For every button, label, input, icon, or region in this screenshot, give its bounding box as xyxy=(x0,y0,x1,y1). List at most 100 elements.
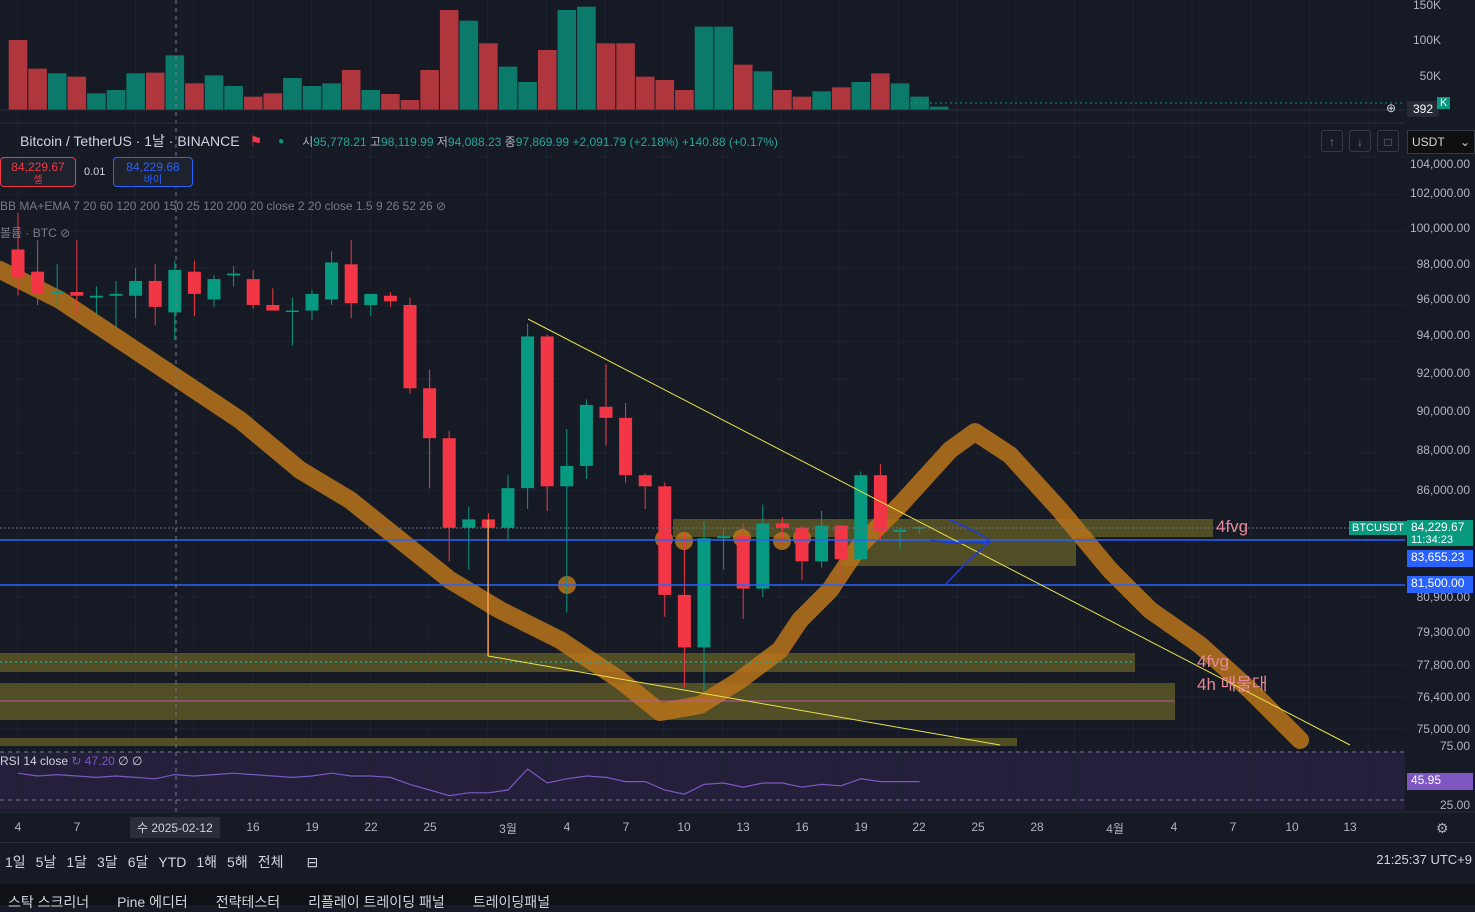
volume-bar xyxy=(812,91,831,110)
range-button[interactable]: YTD xyxy=(158,854,186,870)
time-axis[interactable]: 수 2025-02-12 4 7 16 19 22 25 3월 4 7 10 13 16 19 22 25 2… xyxy=(0,815,1475,839)
candle-body xyxy=(795,527,809,562)
candle-body xyxy=(423,388,437,439)
time-axis-label: 13 xyxy=(1343,820,1357,834)
candle-body xyxy=(775,523,789,528)
volume-bar xyxy=(537,50,557,110)
time-axis-label: 4 xyxy=(1170,820,1178,834)
candle-body xyxy=(756,523,770,589)
candle-body xyxy=(579,404,593,466)
range-button[interactable]: 1달 xyxy=(66,852,87,872)
volume-bar xyxy=(557,10,577,110)
sell-button[interactable]: 84,229.67 셀 xyxy=(0,157,76,187)
symbol-tag: BTCUSDT xyxy=(1349,521,1407,535)
range-button[interactable]: 5해 xyxy=(227,852,248,872)
volume-bar xyxy=(302,86,322,110)
candle-body xyxy=(403,305,417,389)
bottom-tab[interactable]: 리플레이 트레이딩 패널 xyxy=(308,884,445,910)
arrow-up-icon[interactable]: ↑ xyxy=(1321,130,1343,152)
candle-body xyxy=(560,465,574,487)
time-axis-label: 16 xyxy=(246,820,260,834)
buy-button[interactable]: 84,229.68 바이 xyxy=(113,157,193,187)
volume-bar xyxy=(577,6,596,111)
volume-bar xyxy=(126,73,145,110)
range-button[interactable]: 1일 xyxy=(5,852,26,872)
fvg-annotation-1: 4fvg xyxy=(1216,517,1249,536)
volume-bar xyxy=(361,90,381,110)
candle-body xyxy=(109,293,123,296)
volume-bar xyxy=(655,80,675,110)
range-button[interactable]: 6달 xyxy=(128,852,149,872)
candle-body xyxy=(736,536,750,589)
volume-bar xyxy=(400,100,420,110)
symbol-title[interactable]: Bitcoin / TetherUS · 1날 · BINANCE xyxy=(20,131,240,151)
volume-axis-label: 100K xyxy=(1413,33,1441,47)
time-axis-label: 4월 xyxy=(1106,822,1124,836)
range-button[interactable]: 전체 xyxy=(258,852,284,872)
fvg-annotation-2: 4fvg xyxy=(1197,652,1230,671)
volume-bar xyxy=(792,96,812,110)
range-button[interactable]: 5날 xyxy=(36,852,57,872)
time-axis-label: 16 xyxy=(795,820,809,834)
candle-body xyxy=(285,310,299,313)
currency-select[interactable]: USDT ⌄ xyxy=(1407,130,1475,154)
ma-indicator-label[interactable]: BB MA+EMA 7 20 60 120 200 150 25 120 200… xyxy=(0,199,446,213)
candle-body xyxy=(50,292,64,294)
time-axis-label: 22 xyxy=(364,820,378,834)
current-price-tag: 84,229.67 11:34:23 xyxy=(1407,520,1473,546)
range-bar: 1일 5날 1달 3달 6달 YTD 1해 5해 전체 ⊟ xyxy=(0,842,1475,881)
volume-indicator-label[interactable]: 볼륨 · BTC ⊘ xyxy=(0,224,70,241)
volume-bar xyxy=(479,43,498,111)
price-axis-label: 98,000.00 xyxy=(1417,257,1471,271)
range-button[interactable]: 1해 xyxy=(196,852,217,872)
volume-bar xyxy=(773,90,792,110)
price-axis-label: 102,000.00 xyxy=(1410,186,1470,200)
time-axis-label: 4 xyxy=(563,820,571,834)
time-axis-label: 19 xyxy=(854,820,868,834)
calendar-icon[interactable]: ⊟ xyxy=(306,854,318,871)
candle-body xyxy=(344,264,358,304)
volume-bar xyxy=(185,83,204,110)
rsi-pane-background xyxy=(0,752,1405,810)
candle-body xyxy=(31,271,45,294)
volume-bar xyxy=(28,68,47,110)
range-button[interactable]: 3달 xyxy=(97,852,118,872)
price-axis-label: 77,800.00 xyxy=(1417,658,1471,672)
bottom-tab[interactable]: 스탁 스크리너 xyxy=(8,884,89,910)
rsi-indicator-label[interactable]: RSI 14 close ↻ 47.20 ∅ ∅ xyxy=(0,754,142,768)
eye-hidden-icon: ⊘ xyxy=(60,226,71,240)
add-plus-icon[interactable]: ⊕ xyxy=(1386,101,1396,115)
flag-icon[interactable]: ⚑ xyxy=(250,133,263,150)
price-axis-label: 88,000.00 xyxy=(1417,443,1471,457)
price-axis-label: 96,000.00 xyxy=(1417,292,1471,306)
candle-body xyxy=(325,262,339,300)
volume-bar xyxy=(263,93,283,110)
volume-bar xyxy=(635,76,655,110)
price-axis-label: 75.00 xyxy=(1440,739,1470,753)
bottom-tab[interactable]: Pine 에디터 xyxy=(117,884,188,910)
volume-bar xyxy=(283,78,302,110)
candle-body xyxy=(893,529,907,532)
arrow-down-icon[interactable]: ↓ xyxy=(1349,130,1371,152)
volume-bar xyxy=(47,73,67,110)
bottom-tabs: 스탁 스크리너 Pine 에디터 전략테스터 리플레이 트레이딩 패널 트레이딩패널 xyxy=(0,884,1475,910)
volume-bar xyxy=(67,76,87,110)
candle-body xyxy=(383,295,397,302)
volume-bar xyxy=(224,86,243,110)
candle-body xyxy=(305,293,319,311)
candle-body xyxy=(854,475,868,560)
bottom-tab[interactable]: 전략테스터 xyxy=(216,884,280,910)
volume-bar xyxy=(204,75,224,110)
clock: 21:25:37 UTC+9 xyxy=(1376,852,1472,867)
volume-bar xyxy=(145,72,165,110)
candle-body xyxy=(599,406,613,418)
time-axis-label: 7 xyxy=(1229,820,1237,834)
settings-gear-icon[interactable]: ⚙ xyxy=(1436,820,1449,837)
maximize-icon[interactable]: □ xyxy=(1377,130,1399,152)
volume-bar xyxy=(381,94,400,110)
volume-bar xyxy=(420,70,439,110)
time-axis-label: 3월 xyxy=(499,822,517,836)
candle-body xyxy=(677,594,691,648)
volume-bar xyxy=(675,90,694,110)
bottom-tab[interactable]: 트레이딩패널 xyxy=(473,884,550,910)
